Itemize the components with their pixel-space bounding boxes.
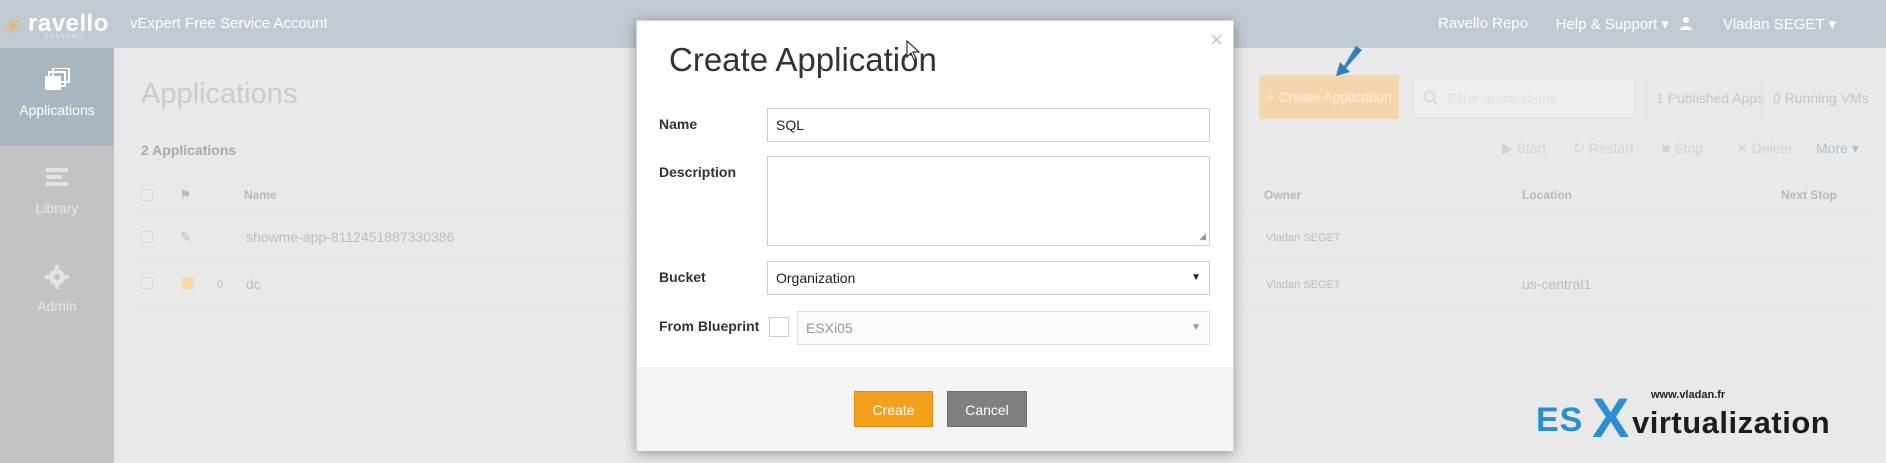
create-application-dialog: × Create Application Name Description ◢ … xyxy=(636,20,1234,451)
column-header-next-stop[interactable]: Next Stop xyxy=(1781,188,1837,202)
ravello-logo[interactable]: ✳ ravello SYSTEMS xyxy=(0,4,114,42)
ravello-logo-icon: ✳ xyxy=(4,14,23,39)
watermark-x: X xyxy=(1592,386,1630,449)
description-label: Description xyxy=(659,164,737,180)
sidebar: Applications Library Admin xyxy=(0,48,114,463)
name-field[interactable] xyxy=(767,108,1210,142)
from-blueprint-checkbox[interactable] xyxy=(769,317,789,337)
app-name-link[interactable]: showme-app-8112451887330386 xyxy=(246,229,454,245)
dialog-title: Create Application xyxy=(669,41,937,78)
account-name: vExpert Free Service Account xyxy=(130,15,328,32)
cancel-button[interactable]: Cancel xyxy=(947,391,1027,427)
column-header-location[interactable]: Location xyxy=(1522,188,1572,202)
stop-button[interactable]: ■ Stop xyxy=(1662,140,1703,156)
sidebar-item-label: Admin xyxy=(37,298,77,314)
create-application-button[interactable]: + Create Application xyxy=(1259,75,1399,119)
annotation-arrow-icon xyxy=(1336,46,1362,76)
app-name-link[interactable]: dc xyxy=(246,276,261,292)
applications-count: 2 Applications xyxy=(141,142,237,158)
bucket-selected-value: Organization xyxy=(776,270,856,286)
ravello-repo-link[interactable]: Ravello Repo xyxy=(1438,15,1528,32)
user-icon xyxy=(1679,16,1693,34)
blueprint-select: ESXi05 ▼ xyxy=(797,311,1210,345)
logo-subtext: SYSTEMS xyxy=(44,34,85,41)
page-title: Applications xyxy=(141,78,298,110)
watermark-url: www.vladan.fr xyxy=(1651,389,1726,401)
dialog-footer: Create Cancel xyxy=(637,367,1233,451)
start-button[interactable]: ▶ Start xyxy=(1502,140,1546,157)
applications-icon xyxy=(45,68,70,90)
restart-button[interactable]: ↻ Restart xyxy=(1573,140,1634,157)
name-label: Name xyxy=(659,116,698,132)
delete-button[interactable]: ✕ Delete xyxy=(1736,140,1792,157)
more-menu[interactable]: More ▾ xyxy=(1816,140,1859,157)
gear-icon xyxy=(45,265,69,289)
vm-count-cell: 0 xyxy=(217,279,224,291)
owner-cell: Vladan SEGET xyxy=(1266,232,1341,244)
help-support-menu[interactable]: Help & Support ▾ xyxy=(1556,15,1669,33)
mouse-cursor-icon xyxy=(906,40,921,61)
sidebar-item-label: Applications xyxy=(19,102,95,118)
sidebar-item-label: Library xyxy=(35,200,79,216)
status-square-icon xyxy=(182,277,194,289)
pencil-icon: ✎ xyxy=(180,229,192,245)
blueprint-selected-value: ESXi05 xyxy=(806,320,853,336)
search-input[interactable]: Filter applications xyxy=(1413,78,1635,118)
chevron-down-icon: ▼ xyxy=(1191,322,1201,333)
row-checkbox[interactable] xyxy=(141,277,153,289)
search-placeholder: Filter applications xyxy=(1448,90,1557,106)
blueprint-label: From Blueprint xyxy=(659,318,760,334)
search-icon xyxy=(1423,90,1439,106)
resize-handle-icon[interactable]: ◢ xyxy=(1199,231,1206,242)
watermark-virtualization: virtualization xyxy=(1632,405,1831,440)
bucket-select[interactable]: Organization ▼ xyxy=(767,261,1210,295)
close-icon[interactable]: × xyxy=(1210,27,1223,53)
flag-column-icon: ⚑ xyxy=(180,188,191,202)
chevron-down-icon: ▼ xyxy=(1191,272,1201,283)
watermark-es: ES xyxy=(1536,401,1584,439)
column-header-name[interactable]: Name xyxy=(244,188,277,202)
create-button[interactable]: Create xyxy=(854,391,933,427)
column-header-owner[interactable]: Owner xyxy=(1264,188,1301,202)
sidebar-item-applications[interactable]: Applications xyxy=(0,48,114,146)
bucket-label: Bucket xyxy=(659,269,706,285)
user-menu[interactable]: Vladan SEGET ▾ xyxy=(1723,15,1836,33)
sidebar-item-library[interactable]: Library xyxy=(0,146,114,244)
location-cell: us-central1 xyxy=(1522,276,1592,292)
select-all-checkbox[interactable] xyxy=(141,189,153,201)
published-apps-count[interactable]: 1 Published Apps xyxy=(1645,78,1774,118)
esx-virtualization-watermark: www.vladan.fr ES X virtualization xyxy=(1536,385,1876,455)
row-checkbox[interactable] xyxy=(141,231,153,243)
sidebar-item-admin[interactable]: Admin xyxy=(0,244,114,342)
owner-cell: Vladan SEGET xyxy=(1266,279,1341,291)
description-field[interactable]: ◢ xyxy=(767,156,1210,246)
library-icon xyxy=(46,168,68,186)
running-vms-count[interactable]: 0 Running VMs xyxy=(1762,78,1879,118)
